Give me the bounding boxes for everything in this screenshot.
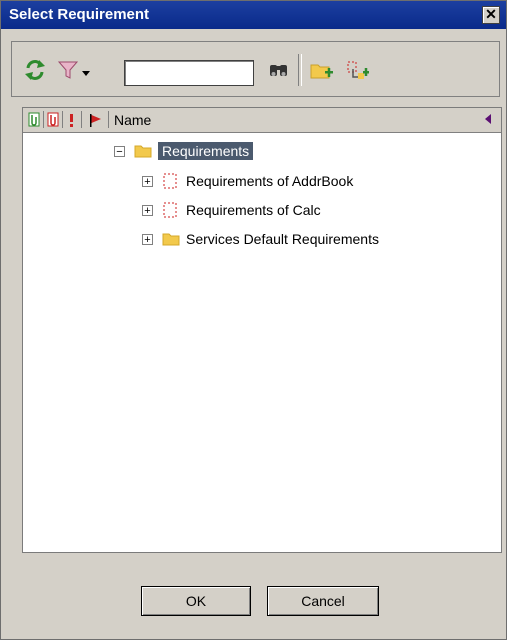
tree-node-requirements[interactable]: − Requirements [114,140,254,162]
binoculars-icon[interactable] [267,57,291,83]
tree-node-label[interactable]: Requirements of Calc [186,202,321,218]
tree-node-calc[interactable]: + Requirements of Calc [142,199,321,221]
link-icon[interactable] [44,111,63,128]
collapse-icon[interactable]: − [114,145,125,157]
requirement-icon [163,202,177,218]
attachment-icon[interactable] [25,111,44,128]
requirements-tree[interactable]: Name − Requirements + Requirements of Ad… [22,107,502,553]
toolbar-separator [298,54,302,86]
folder-icon [162,233,180,246]
new-requirement-icon[interactable] [344,57,370,83]
tree-node-label[interactable]: Requirements [158,142,254,160]
search-input[interactable] [124,60,254,86]
chevron-down-icon[interactable] [82,64,90,90]
dialog-title: Select Requirement [9,6,150,23]
select-requirement-dialog: Select Requirement ✕ Name − Requirements… [0,0,507,640]
expand-icon[interactable]: + [142,204,153,216]
refresh-icon[interactable] [22,57,48,83]
folder-icon [134,145,152,158]
tree-header: Name [23,108,501,133]
expand-icon[interactable]: + [142,233,153,245]
name-column-header[interactable]: Name [114,112,151,128]
filter-icon[interactable] [56,57,80,83]
ok-button[interactable]: OK [141,586,251,616]
tree-node-services[interactable]: + Services Default Requirements [142,228,379,250]
flag-icon[interactable] [82,111,109,128]
toolbar [11,41,500,97]
cancel-button[interactable]: Cancel [267,586,379,616]
sort-arrow-icon[interactable] [485,114,491,124]
title-bar: Select Requirement ✕ [1,1,506,29]
expand-icon[interactable]: + [142,175,153,187]
priority-icon[interactable] [63,111,82,128]
tree-node-addrbook[interactable]: + Requirements of AddrBook [142,170,353,192]
tree-node-label[interactable]: Requirements of AddrBook [186,173,353,189]
close-button[interactable]: ✕ [482,6,500,24]
tree-node-label[interactable]: Services Default Requirements [186,231,379,247]
new-folder-icon[interactable] [309,57,335,83]
requirement-icon [163,173,177,189]
